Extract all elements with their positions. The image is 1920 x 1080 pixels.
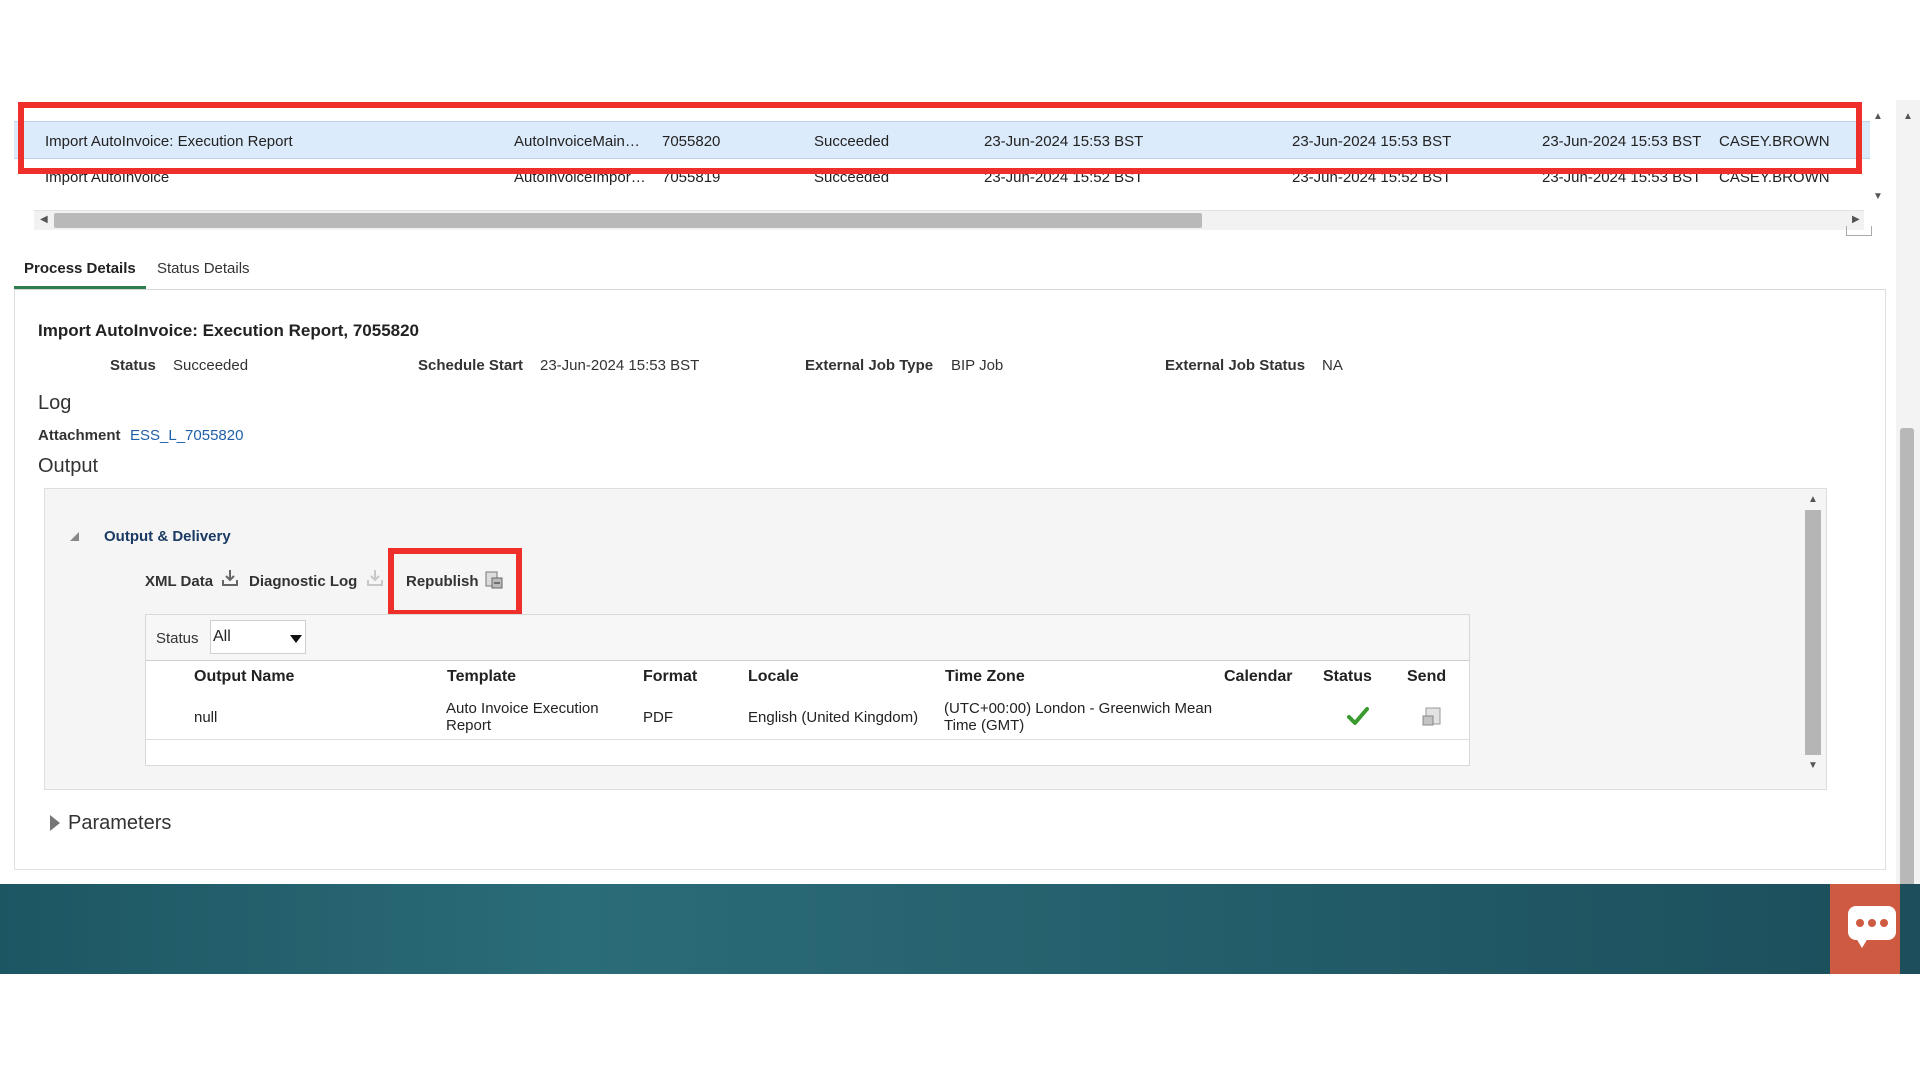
highlight-box bbox=[18, 102, 1862, 174]
scroll-down-icon[interactable]: ▼ bbox=[1873, 192, 1883, 202]
external-job-type-value: BIP Job bbox=[951, 357, 1004, 374]
output-heading: Output bbox=[38, 455, 99, 477]
send-icon[interactable] bbox=[1422, 706, 1444, 728]
column-header-format: Format bbox=[643, 668, 698, 685]
tab-status-details[interactable]: Status Details bbox=[157, 260, 250, 277]
checkmark-icon bbox=[1347, 707, 1369, 725]
chat-dot bbox=[1880, 919, 1888, 927]
chat-dot bbox=[1868, 919, 1876, 927]
process-title: Import AutoInvoice: Execution Report, 70… bbox=[38, 321, 420, 340]
output-scroll-down-icon[interactable]: ▼ bbox=[1808, 761, 1818, 771]
status-filter-label: Status bbox=[156, 630, 199, 647]
status-label: Status bbox=[110, 357, 156, 374]
parameters-section-header[interactable]: Parameters bbox=[68, 812, 171, 835]
collapse-pane-icon[interactable] bbox=[1846, 226, 1872, 236]
template-cell-line1: Auto Invoice Execution bbox=[446, 700, 599, 717]
output-vertical-scroll-thumb[interactable] bbox=[1805, 510, 1821, 755]
column-header-time-zone: Time Zone bbox=[945, 668, 1025, 685]
timezone-cell-line1: (UTC+00:00) London - Greenwich Mean bbox=[944, 700, 1213, 717]
header-divider bbox=[146, 660, 1469, 661]
output-delivery-title[interactable]: Output & Delivery bbox=[104, 528, 231, 545]
external-job-type-label: External Job Type bbox=[805, 357, 934, 374]
chat-bubble-tail bbox=[1856, 938, 1868, 948]
chevron-down-icon[interactable] bbox=[290, 635, 302, 643]
timezone-cell-line2: Time (GMT) bbox=[944, 717, 1025, 734]
column-header-locale: Locale bbox=[748, 668, 799, 685]
highlight-box bbox=[388, 548, 522, 616]
attachment-label: Attachment bbox=[38, 427, 121, 444]
column-header-output-name: Output Name bbox=[194, 668, 295, 685]
column-header-send: Send bbox=[1407, 668, 1447, 685]
collapse-triangle-icon[interactable] bbox=[70, 532, 79, 541]
row-divider bbox=[146, 739, 1469, 740]
expand-triangle-icon[interactable] bbox=[50, 815, 60, 831]
scroll-left-icon[interactable]: ◀ bbox=[40, 215, 48, 225]
download-icon[interactable] bbox=[220, 568, 240, 588]
locale-cell: English (United Kingdom) bbox=[748, 709, 919, 726]
schedule-start-value: 23-Jun-2024 15:53 BST bbox=[540, 357, 700, 374]
external-job-status-label: External Job Status bbox=[1165, 357, 1306, 374]
output-filter-bar bbox=[146, 615, 1469, 661]
column-header-template: Template bbox=[447, 668, 517, 685]
external-job-status-value: NA bbox=[1322, 357, 1343, 374]
attachment-link[interactable]: ESS_L_7055820 bbox=[130, 427, 243, 444]
status-value: Succeeded bbox=[173, 357, 249, 374]
log-heading: Log bbox=[38, 392, 72, 414]
format-cell: PDF bbox=[643, 709, 673, 726]
template-cell-line2: Report bbox=[446, 717, 492, 734]
tab-process-details[interactable]: Process Details bbox=[24, 260, 136, 277]
download-disabled-icon bbox=[367, 570, 383, 586]
page-scroll-up-icon[interactable]: ▲ bbox=[1903, 112, 1913, 122]
footer-banner bbox=[0, 884, 1920, 974]
horizontal-scroll-thumb[interactable] bbox=[54, 213, 1202, 228]
column-header-calendar: Calendar bbox=[1224, 668, 1293, 685]
xml-data-button[interactable]: XML Data bbox=[145, 573, 213, 590]
chat-dot bbox=[1856, 919, 1864, 927]
output-scroll-up-icon[interactable]: ▲ bbox=[1808, 495, 1818, 505]
scroll-up-icon[interactable]: ▲ bbox=[1873, 112, 1883, 122]
page-vertical-scroll-thumb[interactable] bbox=[1900, 428, 1914, 958]
diagnostic-log-button[interactable]: Diagnostic Log bbox=[249, 573, 357, 590]
column-header-status: Status bbox=[1323, 668, 1372, 685]
schedule-start-label: Schedule Start bbox=[418, 357, 524, 374]
output-name-cell: null bbox=[194, 709, 218, 726]
scroll-right-icon[interactable]: ▶ bbox=[1852, 215, 1860, 225]
